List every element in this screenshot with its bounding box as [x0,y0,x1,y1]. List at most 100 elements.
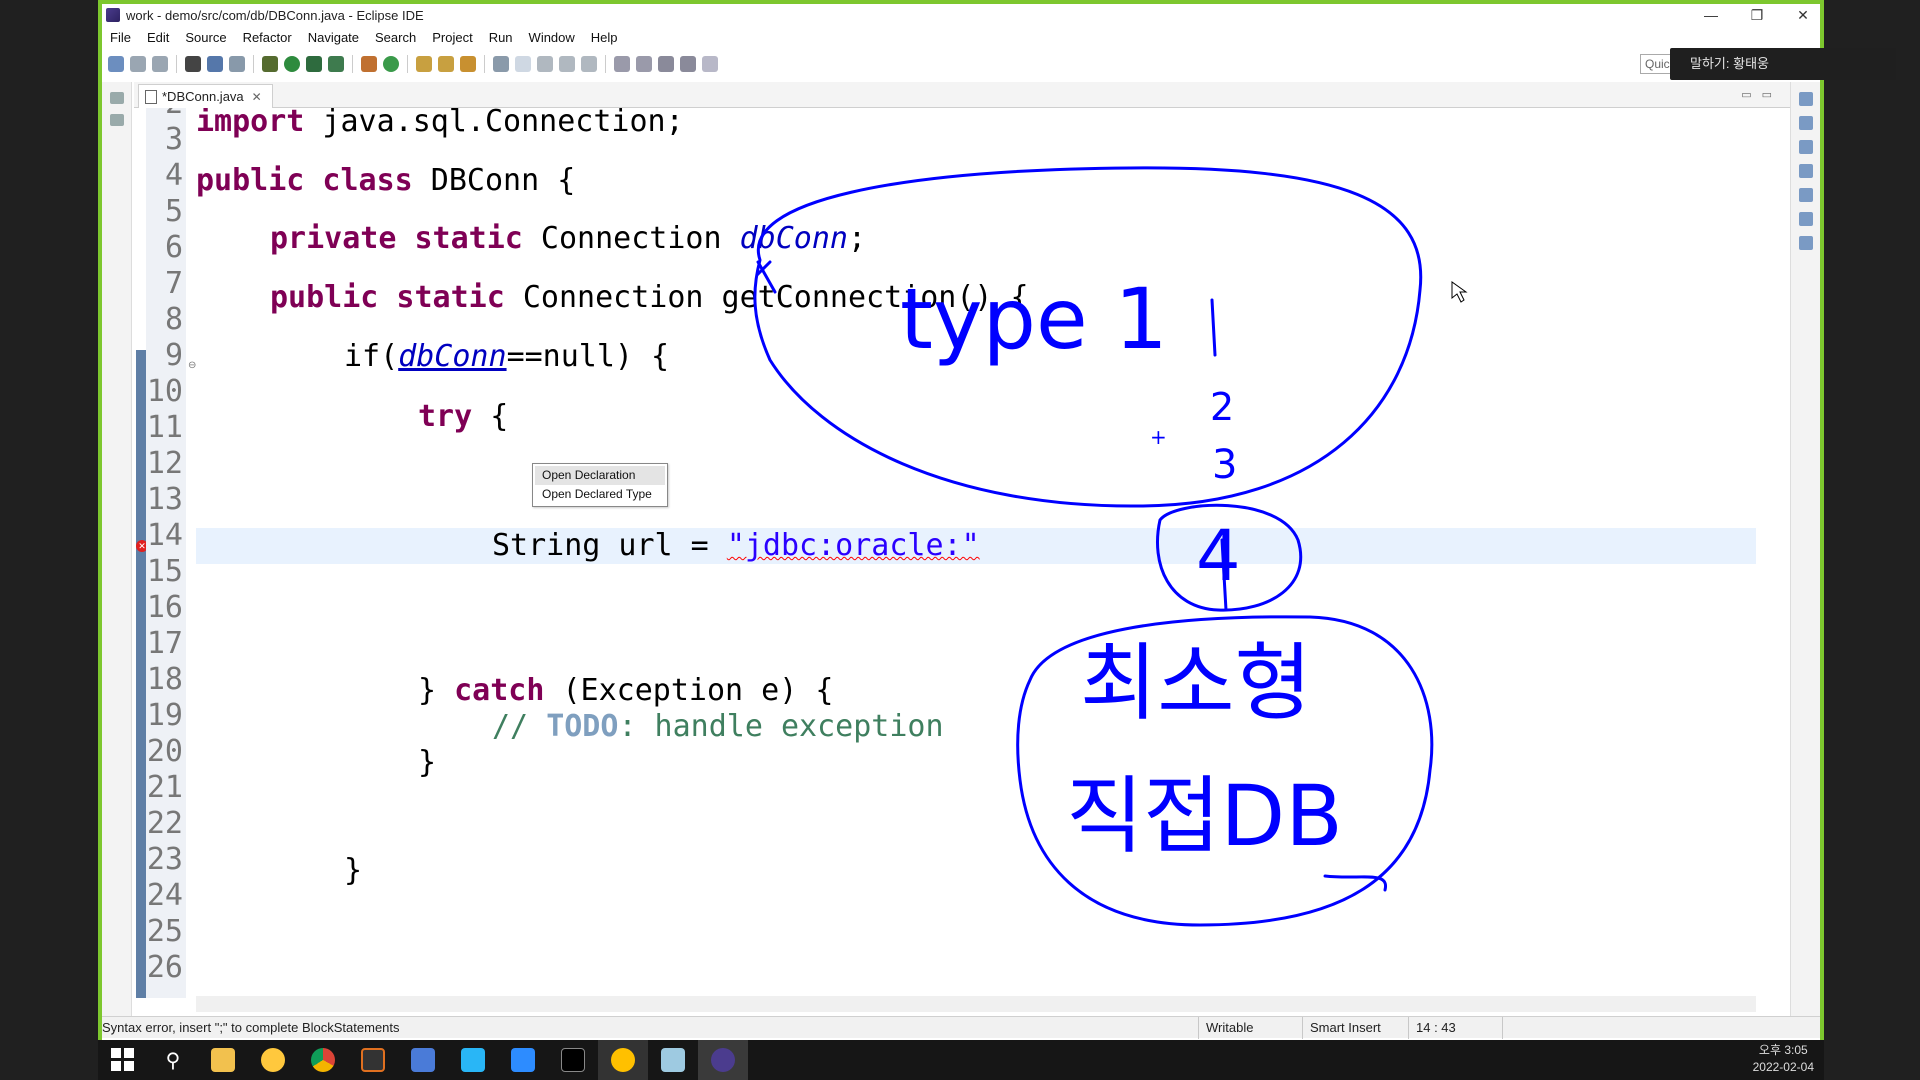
toggle-breadcrumb-icon[interactable] [493,56,509,72]
run-icon[interactable] [284,56,300,72]
toolbar-separator [176,55,177,73]
task-app[interactable] [598,1040,648,1080]
declaration-icon[interactable] [1798,212,1813,226]
previous-annotation-icon[interactable] [636,56,652,72]
status-separator [1502,1017,1503,1039]
clock-date: 2022-02-04 [1752,1060,1814,1074]
show-whitespace-icon[interactable] [581,56,597,72]
word-wrap-icon[interactable] [537,56,553,72]
code-line: } [344,853,363,888]
package-explorer-icon[interactable] [109,114,124,126]
build-icon[interactable] [185,56,201,72]
menu-window[interactable]: Window [521,30,583,45]
code-line: if(dbConn==null) { [344,339,670,374]
next-annotation-icon[interactable] [614,56,630,72]
menu-file[interactable]: File [102,30,139,45]
horizontal-scrollbar[interactable] [196,996,1756,1012]
task-terminal[interactable] [548,1040,598,1080]
folder-icon [211,1048,235,1072]
search-icon[interactable] [460,56,476,72]
coverage-icon[interactable] [306,56,322,72]
minimize-button[interactable]: — [1688,4,1734,26]
status-insert-mode[interactable]: Smart Insert [1310,1020,1381,1035]
debug-icon[interactable] [262,56,278,72]
task-app[interactable] [448,1040,498,1080]
maximize-button[interactable]: ❐ [1734,4,1780,26]
toolbar-separator [253,55,254,73]
dbconn-hyperlink[interactable]: dbConn [398,339,506,374]
restore-icon[interactable] [1798,92,1813,106]
line-number: 18 [146,662,183,697]
code-text-area[interactable]: import java.sql.Connection; public class… [196,108,1756,998]
task-app[interactable] [348,1040,398,1080]
search-button[interactable]: ⚲ [148,1040,198,1080]
menu-help[interactable]: Help [583,30,626,45]
line-number: 24 [146,878,183,913]
task-notepad[interactable] [648,1040,698,1080]
outline-icon[interactable] [1798,116,1813,130]
task-app[interactable] [398,1040,448,1080]
system-clock[interactable]: 오후 3:05 2022-02-04 [1753,1042,1814,1076]
save-all-icon[interactable] [152,56,168,72]
line-number: 15 [146,554,183,589]
task-chrome[interactable] [298,1040,348,1080]
task-app[interactable] [248,1040,298,1080]
menu-refactor[interactable]: Refactor [235,30,300,45]
minimize-maximize-icons[interactable]: ▭▭ [1741,88,1782,101]
javadoc-icon[interactable] [1798,188,1813,202]
app-icon [411,1048,435,1072]
toolbar-separator [484,55,485,73]
line-number: 20 [146,734,183,769]
skip-breakpoints-icon[interactable] [229,56,245,72]
line-number: 5 [164,194,183,229]
code-line: } catch (Exception e) { [418,673,834,708]
task-file-explorer[interactable] [198,1040,248,1080]
menu-run[interactable]: Run [481,30,521,45]
line-number: 4 [164,158,183,193]
code-line: String url = "jdbc:oracle:" [492,528,980,563]
close-button[interactable]: ✕ [1780,4,1826,26]
toolbar-separator [407,55,408,73]
code-editor[interactable]: ✕ 23456789101112131415161718192021222324… [134,108,1790,998]
menu-source[interactable]: Source [177,30,234,45]
console-icon[interactable] [207,56,223,72]
task-zoom[interactable] [498,1040,548,1080]
line-number: 14 [146,518,183,553]
line-number: 21 [146,770,183,805]
code-line: private static Connection dbConn; [270,221,867,256]
menu-edit[interactable]: Edit [139,30,177,45]
line-number: 23 [146,842,183,877]
search-icon: ⚲ [165,1049,181,1072]
open-type-icon[interactable] [416,56,432,72]
open-declared-type-item[interactable]: Open Declared Type [535,485,665,504]
java-file-icon [145,89,157,104]
new-java-package-icon[interactable] [361,56,377,72]
task-eclipse[interactable] [698,1040,748,1080]
block-selection-icon[interactable] [559,56,575,72]
code-line: public class DBConn { [196,163,576,198]
code-line: try { [418,399,509,434]
open-task-icon[interactable] [438,56,454,72]
last-edit-location-icon[interactable] [658,56,674,72]
line-number: 6 [164,230,183,265]
menu-project[interactable]: Project [424,30,480,45]
forward-icon[interactable] [702,56,718,72]
external-tools-icon[interactable] [328,56,344,72]
task-list-icon[interactable] [1798,140,1813,154]
mark-occurrences-icon[interactable] [515,56,531,72]
menu-navigate[interactable]: Navigate [300,30,367,45]
line-number: 3 [164,122,183,157]
open-declaration-item[interactable]: Open Declaration [535,466,665,485]
editor-tab-dbconn[interactable]: *DBConn.java ✕ [138,84,273,108]
restore-icon[interactable] [109,92,124,104]
status-cursor-position[interactable]: 14 : 43 [1416,1020,1456,1035]
start-button[interactable] [98,1040,148,1080]
back-icon[interactable] [680,56,696,72]
close-tab-icon[interactable]: ✕ [252,90,262,104]
problems-icon[interactable] [1798,164,1813,178]
menu-search[interactable]: Search [367,30,424,45]
console-view-icon[interactable] [1798,236,1813,250]
save-icon[interactable] [130,56,146,72]
new-java-class-icon[interactable] [383,56,399,72]
new-icon[interactable] [108,56,124,72]
